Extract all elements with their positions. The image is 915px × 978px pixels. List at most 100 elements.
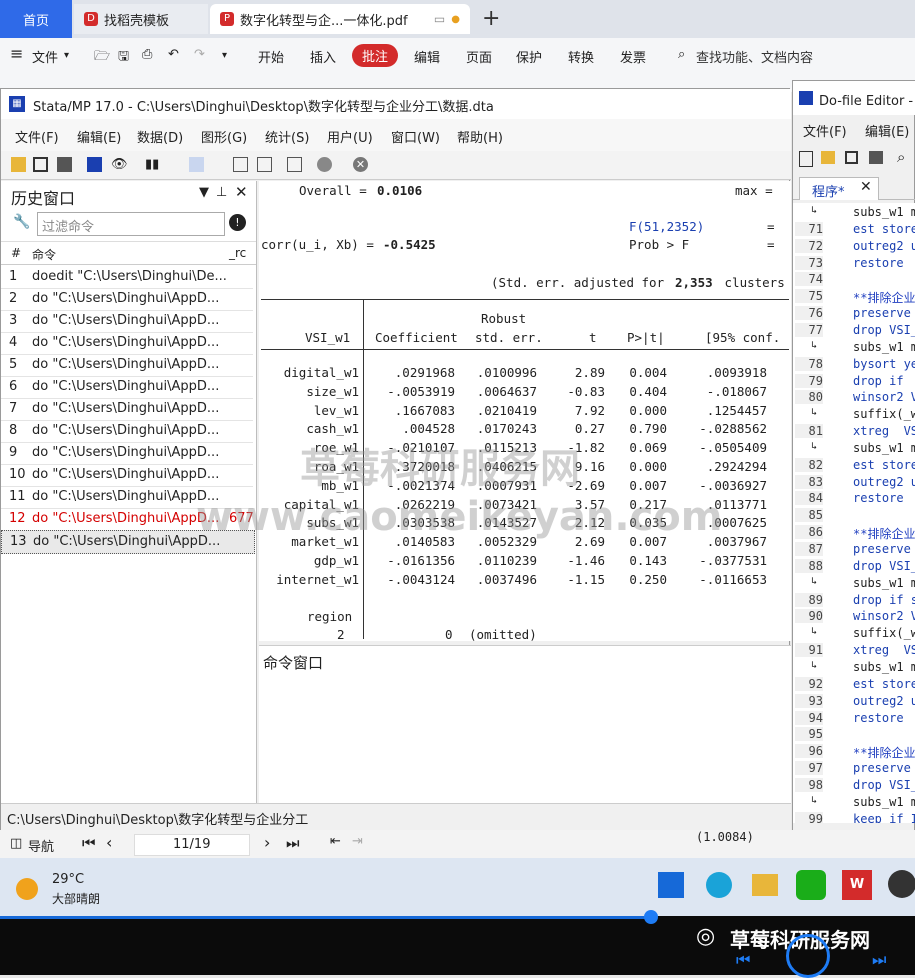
code-line[interactable]: 94 restore	[793, 710, 915, 728]
chevron-down-icon[interactable]: ▾	[64, 50, 69, 61]
code-line[interactable]: subs_w1 m ↳	[793, 340, 915, 357]
code-line[interactable]: 80 winsor2 V	[793, 390, 915, 407]
new-tab-icon[interactable]: +	[482, 6, 500, 31]
page-number-field[interactable]: 11/19	[134, 834, 250, 856]
weather-icon[interactable]	[16, 878, 38, 900]
video-progress[interactable]	[0, 916, 650, 919]
wps-icon[interactable]: W	[842, 870, 872, 900]
info-icon[interactable]: !	[229, 214, 246, 231]
history-row[interactable]: 10 do "C:\Users\Dinghui\AppD...	[1, 464, 253, 487]
code-line[interactable]: 90 winsor2 V	[793, 609, 915, 626]
stata-menu-user[interactable]: 用户(U)	[327, 127, 373, 146]
code-line[interactable]: subs_w1 m ↳	[793, 795, 915, 812]
print-icon[interactable]: ⎙	[142, 47, 152, 62]
graph-icon[interactable]: ▮▮	[145, 157, 160, 172]
explorer-icon[interactable]	[752, 874, 778, 896]
code-line[interactable]: suffix(_w ↳	[793, 626, 915, 643]
menu-edit[interactable]: 编辑	[414, 47, 440, 66]
stata-menu-graphics[interactable]: 图形(G)	[201, 127, 247, 146]
history-row[interactable]: 1 doedit "C:\Users\Dinghui\De...	[1, 266, 253, 289]
menu-start[interactable]: 开始	[258, 47, 284, 66]
do-file-editor-icon[interactable]	[189, 157, 204, 172]
stata-menu-data[interactable]: 数据(D)	[137, 127, 183, 146]
rotate-left-icon[interactable]: ⇤	[330, 834, 341, 849]
code-line[interactable]: 87 preserve	[793, 542, 915, 559]
open-folder-icon[interactable]	[821, 151, 835, 164]
code-line[interactable]: 71 est store	[793, 221, 915, 239]
code-line[interactable]: 74	[793, 272, 915, 289]
dofile-code-area[interactable]: subs_w1 m ↳ 71 est store 72 outreg2 u 73 restor…	[793, 203, 915, 823]
more-chevron-icon[interactable]: ▾	[222, 50, 227, 61]
prev-page-icon[interactable]: ‹	[106, 833, 112, 852]
code-line[interactable]: subs_w1 m ↳	[793, 205, 915, 222]
code-line[interactable]: 95	[793, 727, 915, 744]
code-line[interactable]: 78 bysort ye	[793, 356, 915, 374]
code-line[interactable]: 79 drop if	[793, 373, 915, 391]
stata-menu-statistics[interactable]: 统计(S)	[265, 127, 309, 146]
code-line[interactable]: 84 restore	[793, 491, 915, 508]
data-browser-icon[interactable]	[257, 157, 272, 172]
code-line[interactable]: 86 **排除企业	[793, 525, 915, 542]
code-line[interactable]: 92 est store	[793, 676, 915, 694]
col-num[interactable]: #	[11, 246, 21, 260]
pin-icon[interactable]: ▼	[199, 185, 209, 200]
menu-file[interactable]: 文件	[32, 47, 58, 66]
new-file-icon[interactable]	[799, 151, 813, 167]
col-command[interactable]: 命令	[32, 246, 56, 263]
history-row[interactable]: 2 do "C:\Users\Dinghui\AppD...	[1, 288, 253, 311]
code-line[interactable]: 82 est store	[793, 457, 915, 475]
history-row[interactable]: 5 do "C:\Users\Dinghui\AppD...	[1, 354, 253, 377]
viewer-icon[interactable]: 👁	[111, 157, 128, 172]
menu-protect[interactable]: 保护	[516, 47, 542, 66]
code-line[interactable]: 73 restore	[793, 255, 915, 273]
monitor-icon[interactable]: ▭	[434, 12, 445, 26]
code-line[interactable]: 99 keep if I	[793, 811, 915, 823]
rotate-right-icon[interactable]: ⇥	[352, 834, 363, 849]
code-line[interactable]: subs_w1 m ↳	[793, 441, 915, 458]
wps-search-input[interactable]: 查找功能、文档内容	[696, 47, 813, 66]
undo-icon[interactable]: ↶	[168, 47, 179, 62]
more-icon[interactable]	[317, 157, 332, 172]
command-window[interactable]: 命令窗口	[259, 645, 791, 804]
code-line[interactable]: 77 drop VSI_	[793, 322, 915, 340]
next-video-icon[interactable]: ⏭	[872, 950, 886, 970]
print-icon[interactable]	[57, 157, 72, 172]
history-row[interactable]: 3 do "C:\Users\Dinghui\AppD...	[1, 310, 253, 333]
code-line[interactable]: 85	[793, 508, 915, 525]
history-row[interactable]: 8 do "C:\Users\Dinghui\AppD...	[1, 420, 253, 443]
edge-icon[interactable]	[706, 872, 732, 898]
code-line[interactable]: 98 drop VSI_	[793, 777, 915, 795]
wechat-icon[interactable]	[796, 870, 826, 900]
tab-program[interactable]: 程序* ✕	[799, 177, 879, 200]
tab-template[interactable]: D 找稻壳模板	[74, 4, 208, 34]
find-icon[interactable]: ⌕	[897, 148, 905, 166]
stata-menu-help[interactable]: 帮助(H)	[457, 127, 503, 146]
last-page-icon[interactable]: ⏭	[286, 834, 300, 852]
history-filter-input[interactable]: 过滤命令	[37, 212, 225, 236]
next-page-icon[interactable]: ›	[264, 833, 270, 852]
menu-invoice[interactable]: 发票	[620, 47, 646, 66]
code-line[interactable]: 76 preserve	[793, 306, 915, 323]
save-icon[interactable]	[845, 151, 858, 164]
history-row[interactable]: 9 do "C:\Users\Dinghui\AppD...	[1, 442, 253, 465]
code-line[interactable]: subs_w1 m ↳	[793, 660, 915, 677]
open-folder-icon[interactable]	[11, 157, 26, 172]
tab-home[interactable]: 首页	[0, 0, 72, 38]
start-icon[interactable]	[658, 872, 684, 898]
nav-panel-icon[interactable]: ◫	[10, 836, 22, 851]
history-row[interactable]: 4 do "C:\Users\Dinghui\AppD...	[1, 332, 253, 355]
code-line[interactable]: 83 outreg2 u	[793, 474, 915, 492]
dofile-menu-edit[interactable]: 编辑(E)	[865, 121, 909, 140]
close-tab-icon[interactable]: ✕	[860, 179, 872, 195]
dock-icon[interactable]: ⊥	[216, 185, 227, 200]
save-icon[interactable]	[33, 157, 48, 172]
menu-page[interactable]: 页面	[466, 47, 492, 66]
history-row[interactable]: 7 do "C:\Users\Dinghui\AppD...	[1, 398, 253, 421]
stata-menu-edit[interactable]: 编辑(E)	[77, 127, 121, 146]
code-line[interactable]: 72 outreg2 u	[793, 238, 915, 256]
history-row[interactable]: 6 do "C:\Users\Dinghui\AppD...	[1, 376, 253, 399]
break-icon[interactable]: ✕	[353, 157, 368, 172]
log-icon[interactable]	[87, 157, 102, 172]
stata-menu-window[interactable]: 窗口(W)	[391, 127, 440, 146]
nav-label[interactable]: 导航	[28, 836, 54, 855]
